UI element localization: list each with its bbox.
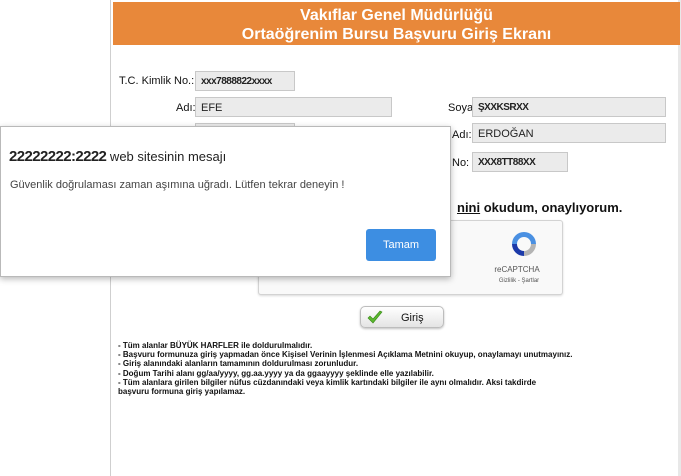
agreement-text: okudum, onaylıyorum. (480, 200, 623, 215)
soyad-field[interactable]: ŞXXKSRXX (472, 97, 666, 117)
ana-adi-label: Adı: (452, 129, 472, 141)
note-line: - Tüm alanlara girilen bilgiler nüfus cü… (118, 377, 537, 387)
giris-label: Giriş (401, 312, 424, 324)
note-line: - Doğum Tarihi alanı gg/aa/yyyy, gg.aa.y… (118, 368, 434, 378)
checkmark-icon (367, 310, 383, 324)
note-line: - Başvuru formunuza giriş yapmadan önce … (118, 350, 573, 360)
note-line: - Giriş alanındaki alanların tamamının d… (118, 359, 359, 369)
instructions: - Tüm alanlar BÜYÜK HARFLER ile doldurul… (118, 341, 678, 396)
note-line: - Tüm alanlar BÜYÜK HARFLER ile doldurul… (118, 341, 313, 350)
ad-field[interactable]: EFE (195, 97, 392, 117)
tc-label: T.C. Kimlik No.: (119, 75, 195, 87)
no-label: No: (452, 157, 470, 169)
giris-button[interactable]: Giriş (360, 306, 444, 328)
header-title: Vakıflar Genel Müdürlüğü (300, 7, 493, 24)
header-subtitle: Ortaöğrenim Bursu Başvuru Giriş Ekranı (241, 26, 552, 43)
recaptcha-links[interactable]: Gizlilik - Şartlar (481, 278, 557, 284)
page-header: Vakıflar Genel Müdürlüğü Ortaöğrenim Bur… (113, 2, 680, 45)
agreement-link[interactable]: nini (457, 200, 480, 215)
ad-label: Adı: (176, 102, 196, 114)
dialog-host: 22222222:2222 (9, 148, 107, 165)
ana-adi-field[interactable]: ERDOĞAN (472, 123, 666, 143)
recaptcha-icon (512, 232, 536, 256)
alert-dialog: 22222222:2222 web sitesinin mesajı Güven… (0, 126, 451, 277)
tc-field[interactable]: xxx7888822xxxx (195, 71, 295, 91)
ok-button[interactable]: Tamam (366, 229, 436, 261)
dialog-title: 22222222:2222 web sitesinin mesajı (9, 148, 226, 165)
no-field[interactable]: XXX8TT88XX (472, 152, 568, 172)
kvkk-agreement[interactable]: nini okudum, onaylıyorum. (457, 200, 622, 215)
note-line: başvuru formuna giriş yapılamaz. (118, 387, 246, 397)
recaptcha-title: reCAPTCHA (494, 265, 540, 274)
dialog-message: Güvenlik doğrulaması zaman aşımına uğrad… (10, 179, 345, 191)
dialog-title-suffix: web sitesinin mesajı (106, 149, 227, 164)
